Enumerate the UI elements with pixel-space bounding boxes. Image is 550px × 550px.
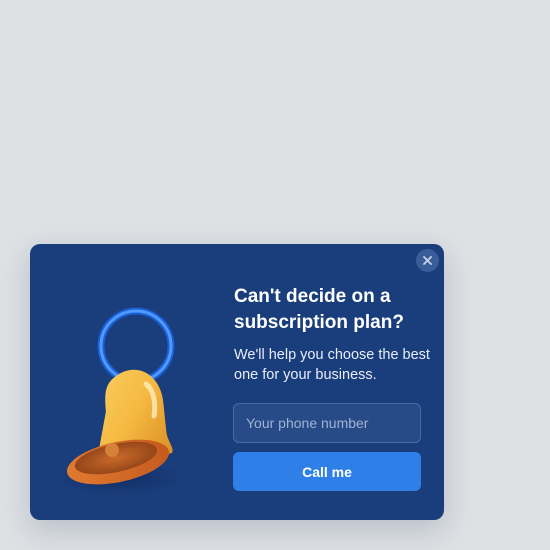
call-me-button[interactable]: Call me <box>233 452 421 491</box>
popup-headline: Can't decide on a subscription plan? <box>234 286 404 333</box>
close-icon <box>423 256 432 265</box>
close-button[interactable] <box>416 249 439 272</box>
popup-description: We'll help you choose the best one for y… <box>234 347 430 383</box>
bell-icon <box>55 307 185 496</box>
page-canvas: Can't decide on a subscription plan? We'… <box>0 0 550 550</box>
phone-number-input[interactable] <box>233 403 421 443</box>
